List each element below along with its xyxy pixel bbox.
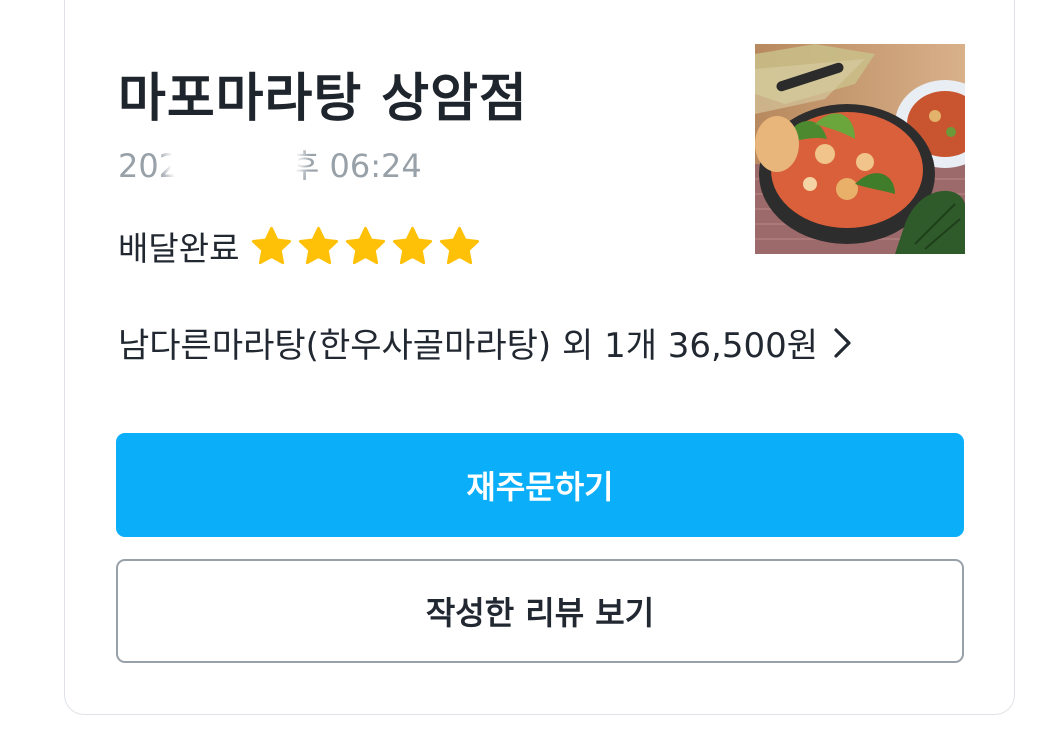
star-icon [393, 226, 433, 264]
rating-stars [249, 224, 482, 269]
mala-soup-photo-icon [755, 44, 965, 254]
star-icon [440, 226, 480, 264]
reorder-button[interactable]: 재주문하기 [116, 433, 964, 537]
status-row: 배달완료 [118, 222, 482, 270]
store-thumbnail[interactable] [755, 44, 965, 254]
view-review-button[interactable]: 작성한 리뷰 보기 [116, 559, 964, 663]
star-icon [299, 226, 339, 264]
order-summary-text: 남다른마라탕(한우사골마라탕) 외 1개 36,500원 [118, 326, 819, 366]
order-summary-link[interactable]: 남다른마라탕(한우사골마라탕) 외 1개 36,500원 [118, 318, 854, 367]
delivery-status: 배달완료 [118, 229, 240, 268]
star-icon [252, 226, 292, 264]
star-icon [346, 226, 386, 264]
date-redaction [170, 136, 298, 188]
chevron-right-icon [834, 327, 851, 358]
store-name[interactable]: 마포마라탕 상암점 [118, 56, 528, 131]
